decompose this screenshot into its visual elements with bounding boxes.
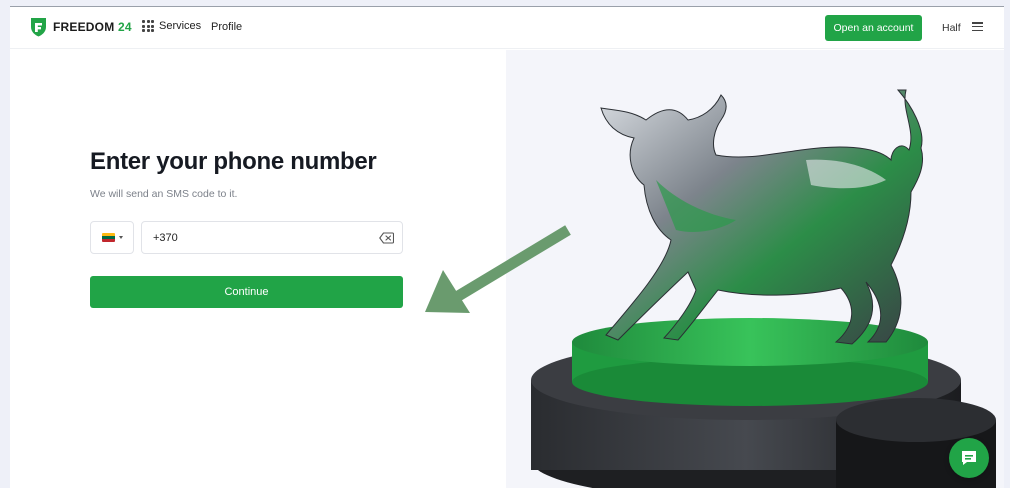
shield-logo-icon	[31, 18, 46, 37]
page: FREEDOM 24 Services Profile Open an acco…	[10, 7, 1004, 488]
services-label: Services	[159, 20, 202, 32]
lithuania-flag-icon	[101, 233, 115, 242]
brand-wordmark: FREEDOM 24	[53, 20, 132, 34]
top-header: FREEDOM 24 Services Profile Open an acco…	[10, 7, 1004, 49]
chevron-down-icon	[118, 236, 123, 239]
page-subtitle: We will send an SMS code to it.	[90, 188, 238, 200]
language-selector[interactable]: Half	[942, 22, 961, 34]
open-account-button[interactable]: Open an account	[825, 15, 922, 41]
brand-name: FREEDOM	[53, 20, 115, 34]
services-menu[interactable]: Services	[142, 20, 201, 32]
phone-input-value: +370	[153, 231, 178, 244]
chat-icon	[962, 451, 976, 465]
phone-input[interactable]: +370	[141, 221, 403, 254]
brand-logo[interactable]: FREEDOM 24	[30, 17, 132, 37]
profile-link[interactable]: Profile	[211, 21, 242, 33]
hamburger-icon[interactable]	[972, 22, 983, 31]
backspace-clear-icon[interactable]	[379, 232, 394, 244]
brand-number: 24	[117, 20, 132, 34]
screenshot-frame: FREEDOM 24 Services Profile Open an acco…	[0, 0, 1010, 488]
bull-statue-illustration	[531, 89, 996, 488]
continue-button[interactable]: Continue	[90, 276, 403, 308]
page-title: Enter your phone number	[90, 148, 377, 175]
hero-image-panel	[506, 50, 1004, 488]
grid-icon	[142, 20, 154, 32]
chat-support-button[interactable]	[949, 438, 989, 478]
login-form-panel	[10, 50, 506, 488]
country-code-select[interactable]	[90, 221, 134, 254]
